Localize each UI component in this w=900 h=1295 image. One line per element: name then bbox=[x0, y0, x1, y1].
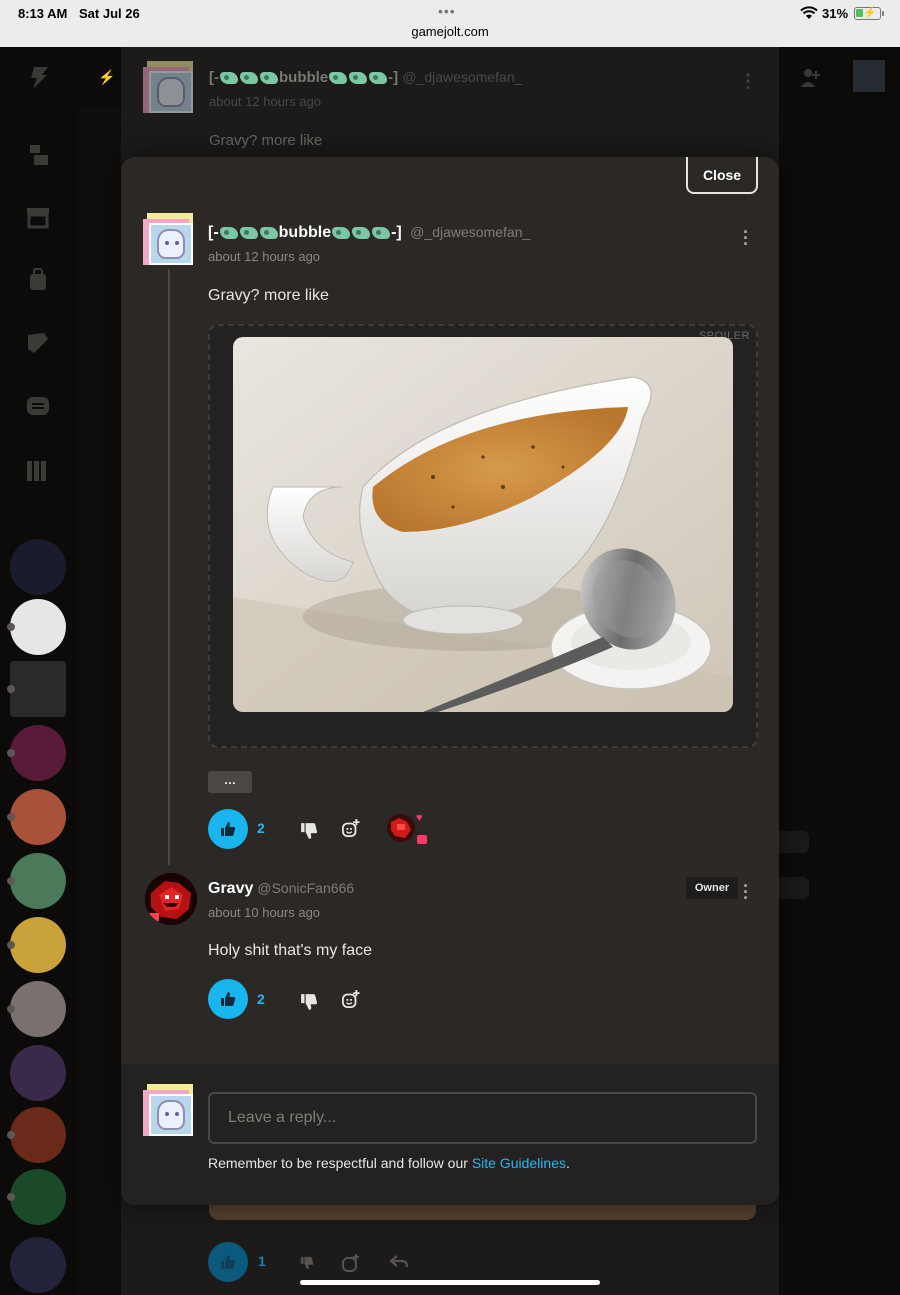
site-guidelines-link[interactable]: Site Guidelines bbox=[472, 1155, 566, 1171]
status-bar: 8:13 AM Sat Jul 26 ••• gamejolt.com 31% … bbox=[0, 0, 900, 47]
community-avatar[interactable] bbox=[7, 789, 66, 845]
emoji-add-icon[interactable] bbox=[342, 819, 360, 837]
background-post-text: Gravy? more like bbox=[209, 132, 323, 149]
close-button[interactable]: Close bbox=[686, 157, 758, 194]
gamejolt-logo-icon[interactable] bbox=[28, 67, 48, 89]
like-button[interactable] bbox=[208, 1242, 248, 1282]
like-count: 1 bbox=[258, 1253, 266, 1269]
chat-icon[interactable] bbox=[24, 393, 52, 421]
community-avatar[interactable] bbox=[7, 1107, 66, 1163]
comment-handle[interactable]: @_djawesomefan_ bbox=[410, 224, 530, 240]
battery-percent: 31% bbox=[822, 6, 849, 21]
thumbs-down-icon[interactable] bbox=[300, 822, 318, 840]
community-avatar[interactable] bbox=[10, 1237, 66, 1293]
thumbs-down-icon[interactable] bbox=[300, 1256, 314, 1270]
reply-timestamp[interactable]: about 10 hours ago bbox=[208, 905, 320, 920]
commenter-avatar[interactable] bbox=[143, 213, 195, 267]
community-avatar[interactable] bbox=[10, 1045, 66, 1101]
more-options-button[interactable]: … bbox=[208, 771, 252, 793]
thread-connector-line bbox=[168, 269, 170, 865]
like-button[interactable] bbox=[208, 809, 248, 849]
kebab-menu-icon[interactable]: · · · bbox=[740, 223, 752, 253]
right-panel-background bbox=[779, 109, 900, 1295]
community-avatar[interactable] bbox=[7, 853, 66, 909]
community-avatar[interactable] bbox=[7, 917, 66, 973]
left-sidebar bbox=[0, 109, 76, 1295]
community-avatar[interactable] bbox=[10, 539, 66, 595]
reply-input[interactable] bbox=[208, 1092, 757, 1144]
emoji-add-icon[interactable] bbox=[342, 990, 360, 1008]
avatar bbox=[143, 61, 195, 115]
current-user-avatar bbox=[143, 1084, 195, 1138]
backpack-icon[interactable] bbox=[24, 266, 52, 294]
status-time: 8:13 AM bbox=[18, 6, 68, 21]
charging-bolt-icon: ⚡ bbox=[863, 7, 877, 19]
reply-avatar[interactable] bbox=[145, 873, 197, 925]
address-bar-url[interactable]: gamejolt.com bbox=[0, 24, 900, 39]
thumbs-up-icon bbox=[221, 1255, 236, 1269]
kebab-menu-icon[interactable]: · · · bbox=[740, 877, 752, 907]
owner-badge: Owner bbox=[686, 877, 738, 899]
comment-text: Gravy? more like bbox=[208, 287, 329, 304]
battery-fill bbox=[856, 9, 863, 17]
reply-composer: Remember to be respectful and follow our… bbox=[121, 1064, 779, 1205]
battery-icon: ⚡ bbox=[854, 7, 884, 20]
kebab-menu-icon[interactable]: ⋮ bbox=[739, 71, 757, 92]
community-avatar[interactable] bbox=[7, 599, 66, 655]
thumbs-up-icon bbox=[221, 822, 236, 836]
reply-text: Holy shit that's my face bbox=[208, 942, 372, 959]
activity-icon[interactable] bbox=[24, 141, 52, 169]
comment-timestamp[interactable]: about 12 hours ago bbox=[208, 249, 320, 264]
guidelines-note: Remember to be respectful and follow our… bbox=[208, 1155, 570, 1171]
store-icon[interactable] bbox=[24, 203, 52, 231]
wifi-icon bbox=[800, 6, 818, 19]
chat-bubble-icon bbox=[417, 835, 427, 844]
community-avatar[interactable] bbox=[7, 661, 66, 717]
reply-handle[interactable]: @SonicFan666 bbox=[257, 880, 354, 896]
user-avatar-icon[interactable] bbox=[853, 60, 885, 92]
friends-icon[interactable] bbox=[800, 67, 822, 89]
owner-reaction-avatar[interactable] bbox=[387, 814, 415, 842]
status-date: Sat Jul 26 bbox=[79, 6, 140, 21]
like-count[interactable]: 2 bbox=[257, 820, 265, 836]
reply-arrow-icon[interactable] bbox=[390, 1254, 408, 1270]
like-count[interactable]: 2 bbox=[257, 991, 265, 1007]
like-button[interactable] bbox=[208, 979, 248, 1019]
community-avatar[interactable] bbox=[7, 981, 66, 1037]
comment-thread-modal: Close [- bubble -] @_djawesomefan_ about 1… bbox=[121, 157, 779, 1205]
reply-username[interactable]: Gravy @SonicFan666 bbox=[208, 880, 354, 898]
community-avatar[interactable] bbox=[7, 1169, 66, 1225]
emoji-add-icon[interactable] bbox=[342, 1254, 360, 1272]
background-timestamp: about 12 hours ago bbox=[209, 94, 322, 109]
comment-username[interactable]: [- bubble -] @_djawesomefan_ bbox=[208, 224, 530, 242]
background-username: [- bubble -] @_djawesomefan_ bbox=[209, 69, 523, 86]
gravy-boat-image[interactable] bbox=[233, 337, 733, 712]
community-avatar[interactable] bbox=[7, 725, 66, 781]
quest-icon[interactable] bbox=[24, 329, 52, 357]
home-indicator[interactable] bbox=[300, 1280, 600, 1285]
thumbs-down-icon[interactable] bbox=[300, 993, 318, 1011]
heart-icon: ♥ bbox=[416, 812, 423, 824]
jolt-icon[interactable]: ⚡ bbox=[98, 69, 115, 86]
library-icon[interactable] bbox=[24, 457, 52, 485]
tab-options-icon[interactable]: ••• bbox=[438, 3, 456, 19]
thumbs-up-icon bbox=[221, 992, 236, 1006]
